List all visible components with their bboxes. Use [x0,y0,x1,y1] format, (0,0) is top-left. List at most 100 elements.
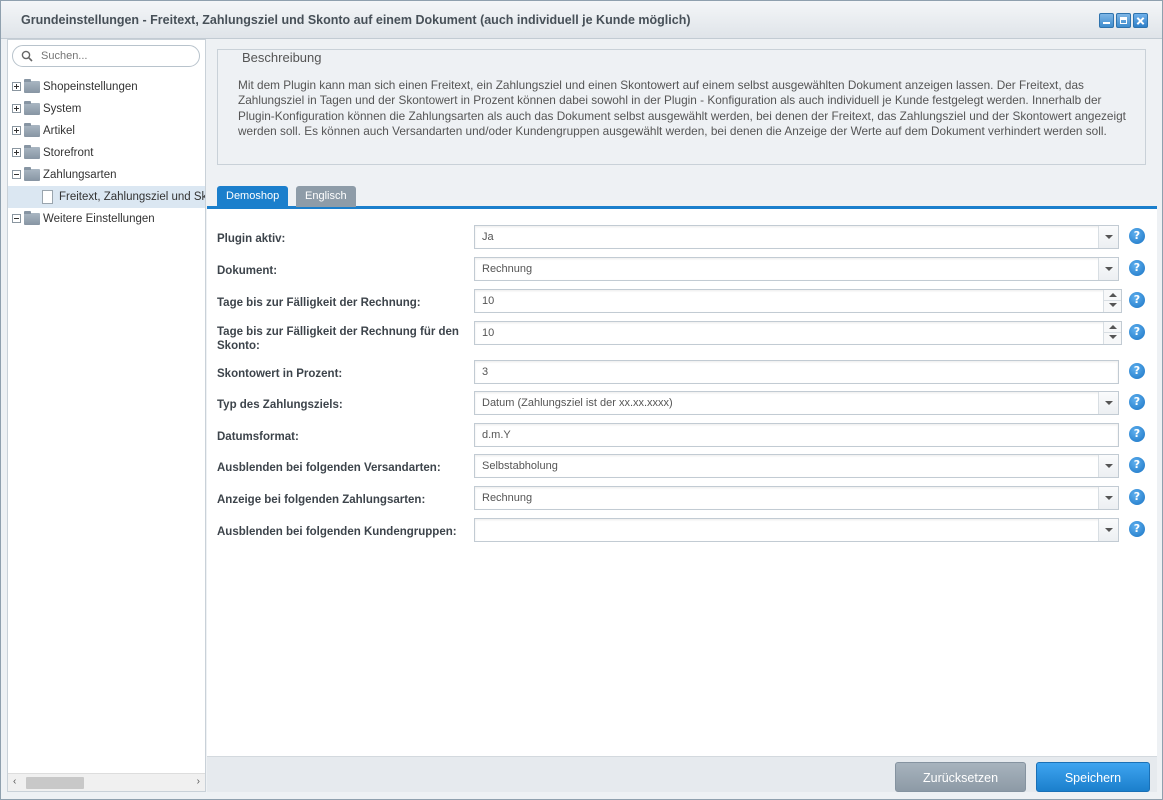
description-fieldset: Beschreibung Mit dem Plugin kann man sic… [217,49,1146,165]
help-icon[interactable]: ? [1129,292,1145,308]
help-icon[interactable]: ? [1129,426,1145,442]
search-icon [21,50,33,62]
config-form: Plugin aktiv: Ja ? Dokument: Rechnung ? … [207,209,1157,756]
tree-item-label: Shopeinstellungen [43,81,138,93]
window-controls [1099,13,1148,28]
dropdown-trigger-icon[interactable] [1098,392,1118,414]
tree-item-label: Weitere Einstellungen [43,213,155,225]
expand-icon[interactable] [12,148,21,157]
field-label: Datumsformat: [217,431,299,443]
field-value: 10 [482,327,495,339]
expand-icon[interactable] [12,82,21,91]
zahlungsarten-select[interactable]: Rechnung [474,486,1119,510]
field-value: Datum (Zahlungsziel ist der xx.xx.xxxx) [482,397,673,409]
field-label: Dokument: [217,265,278,277]
description-legend: Beschreibung [234,50,330,66]
field-value: Rechnung [482,492,533,504]
folder-icon [24,123,40,137]
expand-icon[interactable] [12,126,21,135]
shop-tab-bar: Demoshop Englisch [207,177,1157,209]
collapse-icon[interactable] [12,170,21,179]
dropdown-trigger-icon[interactable] [1098,455,1118,477]
form-footer: Zurücksetzen Speichern [207,756,1157,792]
title-bar[interactable]: Grundeinstellungen - Freitext, Zahlungsz… [1,1,1162,39]
collapse-icon[interactable] [12,214,21,223]
maximize-icon[interactable] [1116,13,1131,28]
spinner-icon[interactable] [1103,322,1121,344]
open-folder-icon [24,211,40,225]
dropdown-trigger-icon[interactable] [1098,487,1118,509]
versandarten-select[interactable]: Selbstabholung [474,454,1119,478]
field-value: 10 [482,295,495,307]
document-icon [42,190,53,204]
tree-item-system[interactable]: System [8,98,205,120]
horizontal-scrollbar[interactable]: ‹ › [8,773,205,791]
close-icon[interactable] [1133,13,1148,28]
tab-demoshop[interactable]: Demoshop [217,186,289,207]
tree-item-label: Freitext, Zahlungsziel und Skonto auf ei… [59,191,205,203]
tree-item-freitext-plugin[interactable]: Freitext, Zahlungsziel und Skonto auf ei… [8,186,205,208]
help-icon[interactable]: ? [1129,324,1145,340]
field-value: 3 [482,366,489,378]
folder-icon [24,101,40,115]
field-label: Anzeige bei folgenden Zahlungsarten: [217,494,426,506]
tree-item-zahlungsarten[interactable]: Zahlungsarten [8,164,205,186]
settings-tree-panel: Shopeinstellungen System Artikel Storefr… [7,39,206,792]
tage-skonto-stepper[interactable]: 10 [474,321,1122,345]
field-label: Typ des Zahlungsziels: [217,399,343,411]
tree-item-label: Storefront [43,147,94,159]
field-label: Ausblenden bei folgenden Versandarten: [217,462,441,474]
field-label: Tage bis zur Fälligkeit der Rechnung für… [217,326,459,352]
skontowert-input[interactable]: 3 [474,360,1119,384]
minimize-icon[interactable] [1099,13,1114,28]
description-text: Mit dem Plugin kann man sich einen Freit… [238,78,1126,138]
main-content: Beschreibung Mit dem Plugin kann man sic… [207,39,1157,792]
open-folder-icon [24,167,40,181]
tree-item-shopeinstellungen[interactable]: Shopeinstellungen [8,76,205,98]
plugin-settings-window: Grundeinstellungen - Freitext, Zahlungsz… [0,0,1163,800]
help-icon[interactable]: ? [1129,457,1145,473]
dropdown-trigger-icon[interactable] [1098,258,1118,280]
tree-item-artikel[interactable]: Artikel [8,120,205,142]
save-button[interactable]: Speichern [1036,762,1150,792]
field-value: Ja [482,231,494,243]
dokument-select[interactable]: Rechnung [474,257,1119,281]
tree-item-label: System [43,103,82,115]
scroll-right-icon[interactable]: › [197,776,200,787]
folder-icon [24,145,40,159]
tree-item-storefront[interactable]: Storefront [8,142,205,164]
folder-icon [24,79,40,93]
spinner-icon[interactable] [1103,290,1121,312]
kundengruppen-select[interactable] [474,518,1119,542]
tree-item-label: Artikel [43,125,75,137]
tree-item-label: Zahlungsarten [43,169,117,181]
reset-button[interactable]: Zurücksetzen [895,762,1026,792]
datumsformat-input[interactable]: d.m.Y [474,423,1119,447]
help-icon[interactable]: ? [1129,489,1145,505]
field-value: d.m.Y [482,429,511,441]
help-icon[interactable]: ? [1129,228,1145,244]
dropdown-trigger-icon[interactable] [1098,226,1118,248]
window-title: Grundeinstellungen - Freitext, Zahlungsz… [21,13,691,27]
tree-item-weitere-einstellungen[interactable]: Weitere Einstellungen [8,208,205,230]
help-icon[interactable]: ? [1129,363,1145,379]
search-input[interactable] [39,48,194,64]
field-value: Selbstabholung [482,460,558,472]
expand-icon[interactable] [12,104,21,113]
dropdown-trigger-icon[interactable] [1098,519,1118,541]
help-icon[interactable]: ? [1129,521,1145,537]
plugin-aktiv-select[interactable]: Ja [474,225,1119,249]
field-label: Skontowert in Prozent: [217,368,343,380]
field-label: Tage bis zur Fälligkeit der Rechnung: [217,297,421,309]
scroll-left-icon[interactable]: ‹ [13,776,16,787]
help-icon[interactable]: ? [1129,394,1145,410]
tab-englisch[interactable]: Englisch [296,186,356,207]
scrollbar-thumb[interactable] [26,777,84,789]
search-box[interactable] [12,45,200,67]
settings-tree: Shopeinstellungen System Artikel Storefr… [8,76,205,230]
field-value: Rechnung [482,263,533,275]
help-icon[interactable]: ? [1129,260,1145,276]
field-label: Plugin aktiv: [217,233,286,245]
tage-faelligkeit-stepper[interactable]: 10 [474,289,1122,313]
zahlungsziel-typ-select[interactable]: Datum (Zahlungsziel ist der xx.xx.xxxx) [474,391,1119,415]
